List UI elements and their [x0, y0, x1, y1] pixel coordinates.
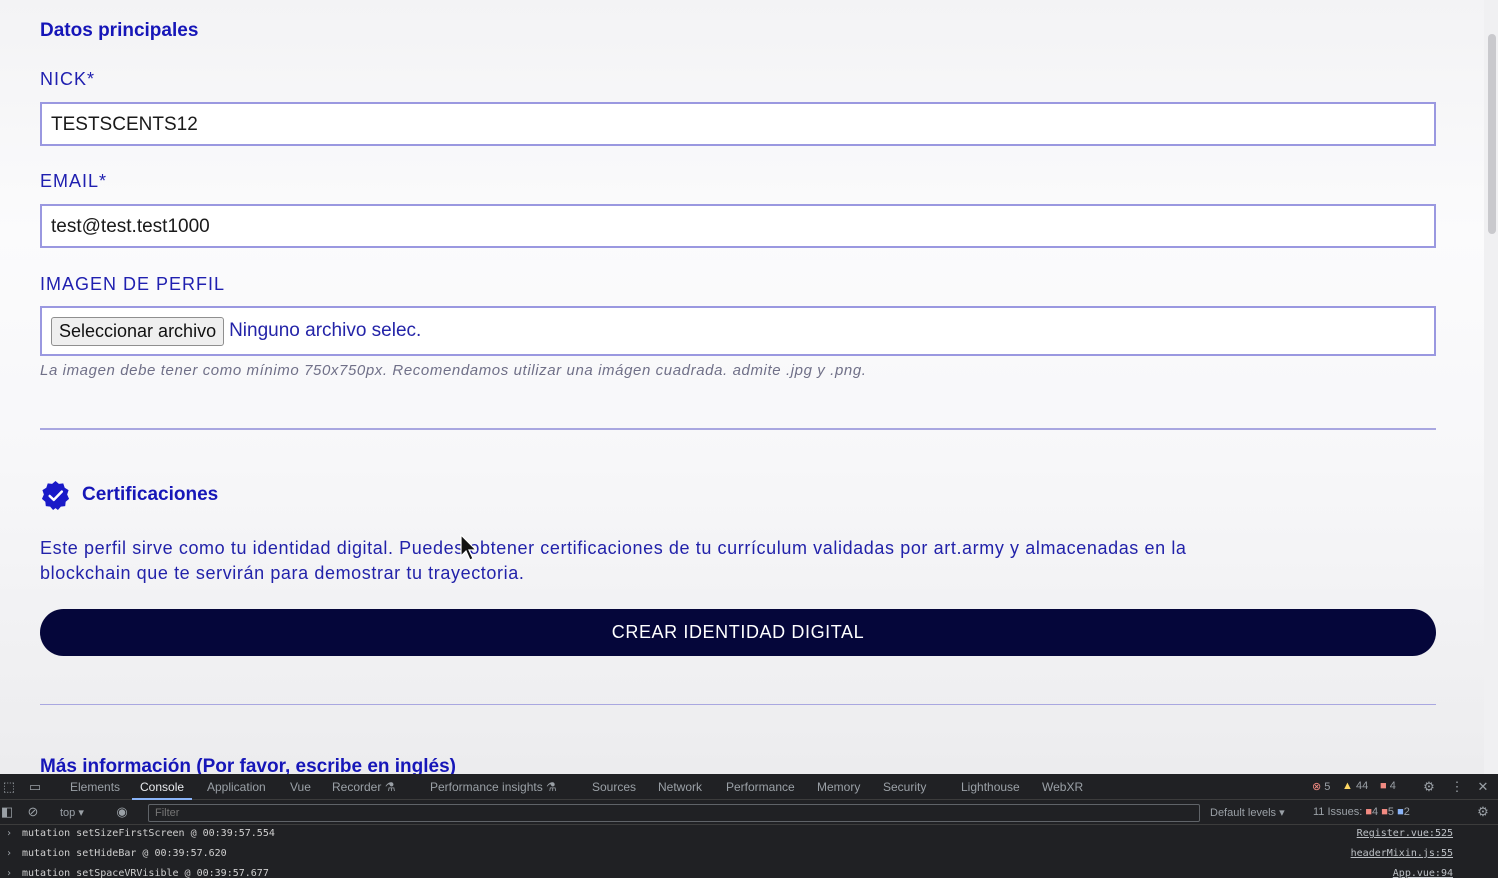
section-title-more-info: Más información (Por favor, escribe en i… — [40, 756, 457, 774]
devtools-panel: ⬚ ▭ Elements Console Application Vue Rec… — [0, 774, 1498, 878]
log-levels-select[interactable]: Default levels ▾ — [1210, 806, 1285, 819]
tab-elements[interactable]: Elements — [70, 780, 120, 794]
email-input[interactable]: test@test.test1000 — [40, 204, 1436, 248]
console-log-row[interactable]: › mutation setHideBar @ 00:39:57.620 hea… — [0, 845, 1498, 865]
tab-console[interactable]: Console — [140, 780, 184, 794]
warning-icon: ▲ — [1342, 780, 1353, 792]
log-source-link[interactable]: headerMixin.js:55 — [1351, 848, 1453, 859]
tab-lighthouse[interactable]: Lighthouse — [961, 780, 1020, 794]
issue-warning-icon: ■ — [1381, 806, 1388, 818]
tab-performance[interactable]: Performance — [726, 780, 795, 794]
mouse-cursor-icon — [460, 534, 478, 561]
tab-performance-insights[interactable]: Performance insights ⚗ — [430, 780, 557, 794]
section-title-main: Datos principales — [40, 20, 199, 41]
context-select[interactable]: top ▾ — [60, 806, 84, 819]
active-tab-indicator — [132, 798, 192, 800]
error-count-badge[interactable]: ⊗ 5 — [1312, 780, 1330, 793]
nick-input[interactable]: TESTSCENTS12 — [40, 102, 1436, 146]
registration-page: Datos principales NICK* TESTSCENTS12 EMA… — [0, 0, 1498, 774]
create-digital-identity-button[interactable]: CREAR IDENTIDAD DIGITAL — [40, 609, 1436, 656]
profile-image-label: IMAGEN DE PERFIL — [40, 274, 226, 294]
tab-vue[interactable]: Vue — [290, 780, 311, 794]
message-count-badge[interactable]: ■ 4 — [1380, 780, 1396, 792]
sidebar-toggle-icon[interactable]: ◧ — [0, 805, 14, 819]
image-hint: La imagen debe tener como mínimo 750x750… — [40, 362, 867, 379]
close-icon[interactable]: ✕ — [1476, 780, 1490, 794]
issues-counter[interactable]: 11 Issues: ■4 ■5 ■2 — [1313, 806, 1410, 818]
tab-sources[interactable]: Sources — [592, 780, 636, 794]
log-source-link[interactable]: App.vue:94 — [1393, 868, 1453, 878]
devtools-tabbar: ⬚ ▭ Elements Console Application Vue Rec… — [0, 774, 1498, 800]
profile-image-file-input[interactable]: Seleccionar archivo Ninguno archivo sele… — [40, 306, 1436, 356]
nick-label: NICK* — [40, 69, 96, 89]
tab-memory[interactable]: Memory — [817, 780, 860, 794]
clear-console-icon[interactable]: ⊘ — [26, 805, 40, 819]
console-filter-input[interactable] — [148, 804, 1200, 822]
error-icon: ⊗ — [1312, 781, 1322, 793]
tab-application[interactable]: Application — [207, 780, 266, 794]
tab-network[interactable]: Network — [658, 780, 702, 794]
page-scrollbar[interactable] — [1484, 0, 1498, 774]
device-toolbar-icon[interactable]: ▭ — [28, 780, 42, 794]
divider — [40, 428, 1436, 430]
certifications-description: Este perfil sirve como tu identidad digi… — [40, 538, 1187, 583]
more-options-icon[interactable]: ⋮ — [1450, 780, 1464, 794]
issue-info-icon: ■ — [1397, 806, 1404, 818]
live-expression-eye-icon[interactable]: ◉ — [115, 805, 129, 819]
tab-webxr[interactable]: WebXR — [1042, 780, 1083, 794]
tab-recorder[interactable]: Recorder ⚗ — [332, 780, 395, 794]
inspect-element-icon[interactable]: ⬚ — [2, 780, 16, 794]
console-toolbar: ◧ ⊘ top ▾ ◉ Default levels ▾ 11 Issues: … — [0, 801, 1498, 825]
tab-security[interactable]: Security — [883, 780, 926, 794]
scrollbar-thumb[interactable] — [1488, 34, 1496, 234]
expand-arrow-icon[interactable]: › — [6, 868, 12, 878]
console-log-row[interactable]: › mutation setSpaceVRVisible @ 00:39:57.… — [0, 865, 1498, 878]
log-source-link[interactable]: Register.vue:525 — [1357, 828, 1453, 839]
message-icon: ■ — [1380, 780, 1387, 792]
email-label: EMAIL* — [40, 171, 108, 191]
expand-arrow-icon[interactable]: › — [6, 848, 12, 859]
expand-arrow-icon[interactable]: › — [6, 828, 12, 839]
divider — [40, 704, 1436, 705]
settings-gear-icon[interactable]: ⚙ — [1422, 780, 1436, 794]
verified-badge-icon — [41, 480, 70, 511]
console-settings-icon[interactable]: ⚙ — [1476, 805, 1490, 819]
file-status-text: Ninguno archivo selec. — [229, 320, 422, 341]
section-title-certifications: Certificaciones — [82, 484, 219, 505]
select-file-button[interactable]: Seleccionar archivo — [51, 316, 225, 346]
console-log-row[interactable]: › mutation setSizeFirstScreen @ 00:39:57… — [0, 825, 1498, 845]
warning-count-badge[interactable]: ▲ 44 — [1342, 780, 1368, 792]
